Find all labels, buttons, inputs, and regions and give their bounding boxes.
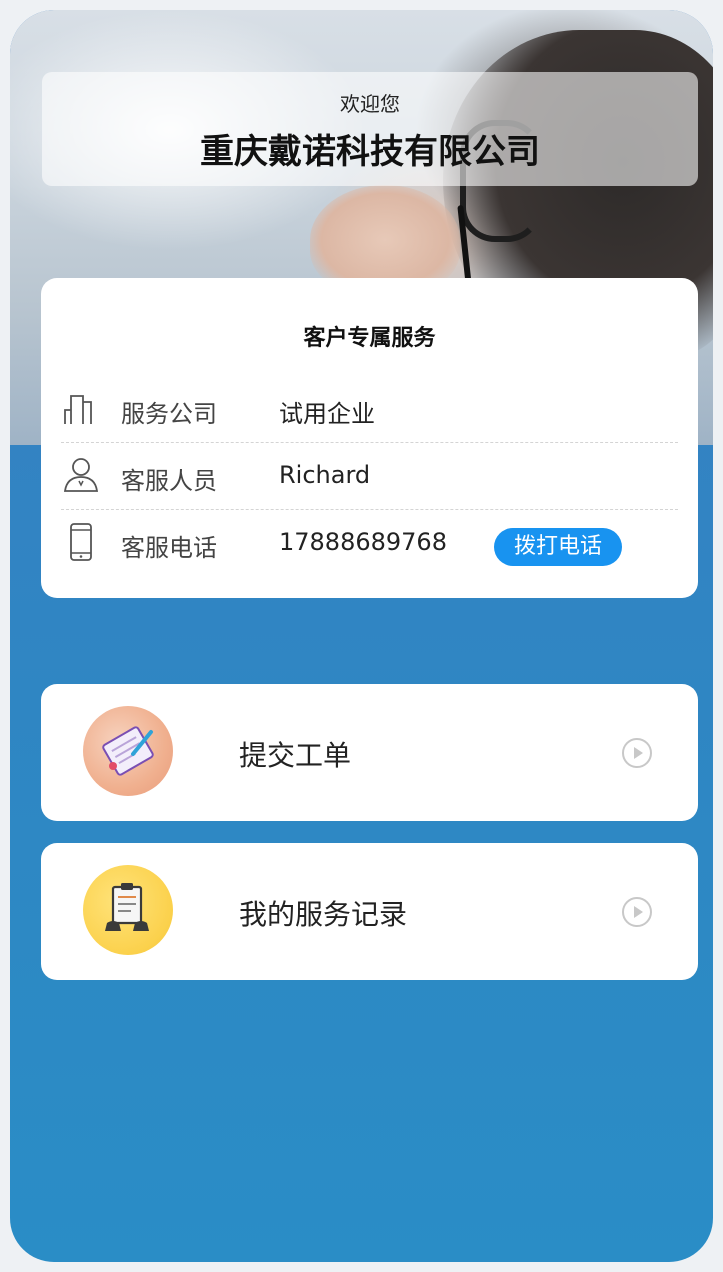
service-agent-row: 客服人员 Richard: [61, 443, 678, 510]
service-company-value: 试用企业: [279, 400, 375, 428]
service-card-title: 客户专属服务: [303, 326, 436, 351]
service-company-label: 服务公司: [121, 400, 217, 428]
call-button[interactable]: 拨打电话: [494, 528, 622, 566]
welcome-text: 欢迎您: [340, 92, 400, 116]
service-info-card: 客户专属服务 服务公司 试用企业 客服人员 Richard 客服电话 17888…: [41, 278, 698, 598]
service-phone-row: 客服电话 17888689768 拨打电话: [61, 510, 678, 576]
service-records-label: 我的服务记录: [239, 898, 408, 931]
app-screen: 欢迎您 重庆戴诺科技有限公司 客户专属服务 服务公司 试用企业 客服人员 Ric…: [10, 10, 713, 1262]
service-records-card[interactable]: 我的服务记录: [41, 843, 698, 980]
service-company-row: 服务公司 试用企业: [61, 376, 678, 443]
service-agent-value: Richard: [279, 461, 371, 489]
service-phone-label: 客服电话: [121, 534, 217, 562]
play-arrow-icon: [622, 897, 652, 927]
clipboard-icon: [83, 865, 173, 955]
person-icon: [63, 458, 99, 492]
service-agent-label: 客服人员: [121, 467, 217, 495]
ticket-icon: [83, 706, 173, 796]
phone-icon: [70, 523, 92, 561]
service-phone-value: 17888689768: [279, 528, 447, 556]
submit-ticket-label: 提交工单: [239, 739, 352, 772]
submit-ticket-card[interactable]: 提交工单: [41, 684, 698, 821]
welcome-banner: 欢迎您 重庆戴诺科技有限公司: [42, 72, 698, 186]
play-arrow-icon: [622, 738, 652, 768]
building-icon: [64, 395, 92, 424]
company-name: 重庆戴诺科技有限公司: [200, 132, 540, 172]
